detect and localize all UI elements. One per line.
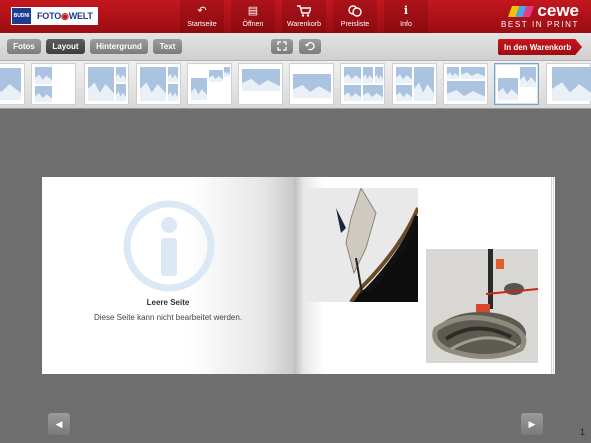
- layout-template[interactable]: [31, 63, 76, 105]
- layout-template[interactable]: [84, 63, 129, 105]
- photobook-spread: Leere Seite Diese Seite kann nicht bearb…: [42, 177, 555, 374]
- previous-page-button[interactable]: ◀: [48, 413, 70, 435]
- empty-page-title: Leere Seite: [146, 298, 190, 307]
- logo-welt-text: WELT: [68, 11, 93, 21]
- nav-info-button[interactable]: i Info: [384, 0, 428, 33]
- layout-template[interactable]: [136, 63, 181, 105]
- layout-template-selected[interactable]: [494, 63, 539, 105]
- nav-oeffnen-button[interactable]: ▤ Öffnen: [231, 0, 275, 33]
- cewe-color-mark-icon: [508, 5, 535, 17]
- nav-label: Warenkorb: [287, 21, 321, 28]
- arrow-right-icon: ▶: [528, 418, 536, 429]
- nav-label: Öffnen: [242, 21, 264, 28]
- layout-template[interactable]: [0, 63, 25, 105]
- tab-fotos[interactable]: Fotos: [7, 39, 41, 54]
- layout-template[interactable]: [546, 63, 591, 105]
- fullscreen-button[interactable]: [271, 39, 293, 54]
- add-to-cart-button[interactable]: In den Warenkorb: [498, 39, 582, 55]
- layout-template[interactable]: [392, 63, 437, 105]
- logo-dot-icon: ◉: [61, 10, 69, 21]
- layout-template[interactable]: [187, 63, 232, 105]
- undo-button[interactable]: [299, 39, 321, 54]
- logo-foto-text: FOTO: [37, 11, 62, 21]
- tab-hintergrund[interactable]: Hintergrund: [90, 39, 148, 54]
- open-folder-icon: ▤: [247, 5, 259, 17]
- layout-template[interactable]: [289, 63, 334, 105]
- layout-template[interactable]: [443, 63, 488, 105]
- tab-text[interactable]: Text: [153, 39, 182, 54]
- empty-page-description: Diese Seite kann nicht bearbeitet werden…: [93, 313, 243, 322]
- page-stack-edge: [551, 177, 555, 374]
- info-icon: i: [403, 4, 409, 17]
- photo-deck-rope[interactable]: [426, 249, 538, 363]
- cart-icon: [297, 5, 313, 19]
- logo-wordmark: FOTO ◉ WELT: [32, 7, 98, 25]
- home-icon: ↶: [197, 5, 207, 17]
- nav-label: Preisliste: [340, 21, 370, 28]
- expand-icon: [277, 40, 287, 53]
- nav-warenkorb-button[interactable]: Warenkorb: [282, 0, 326, 33]
- nav-preisliste-button[interactable]: Preisliste: [333, 0, 377, 33]
- photo-sailboat-bow[interactable]: [306, 188, 418, 302]
- tab-layout[interactable]: Layout: [46, 39, 85, 54]
- layout-template[interactable]: [238, 63, 283, 105]
- cewe-wordmark: cewe: [537, 1, 579, 20]
- nav-startseite-button[interactable]: ↶ Startseite: [180, 0, 224, 33]
- editor-toolbar: Fotos Layout Hintergrund Text In den War…: [0, 33, 591, 61]
- cewe-tagline: BEST IN PRINT: [501, 20, 579, 29]
- main-navigation: ↶ Startseite ▤ Öffnen Warenkorb Preislis…: [180, 0, 435, 33]
- cewe-logo: cewe BEST IN PRINT: [501, 2, 579, 30]
- nav-label: Info: [400, 21, 412, 28]
- next-page-button[interactable]: ▶: [521, 413, 543, 435]
- logo-badge: BUDNI: [11, 7, 32, 25]
- arrow-left-icon: ◀: [55, 418, 63, 429]
- page-number: 1: [579, 427, 585, 437]
- top-bar: BUDNI FOTO ◉ WELT ↶ Startseite ▤ Öffnen …: [0, 0, 591, 33]
- layout-template[interactable]: [340, 63, 385, 105]
- fotowelt-logo: BUDNI FOTO ◉ WELT: [11, 7, 98, 25]
- left-page: Leere Seite Diese Seite kann nicht bearb…: [42, 177, 294, 374]
- nav-label: Startseite: [187, 21, 217, 28]
- undo-icon: [305, 41, 315, 53]
- info-icon: [123, 200, 215, 292]
- coins-icon: [348, 5, 362, 19]
- layout-template-strip[interactable]: [0, 61, 591, 109]
